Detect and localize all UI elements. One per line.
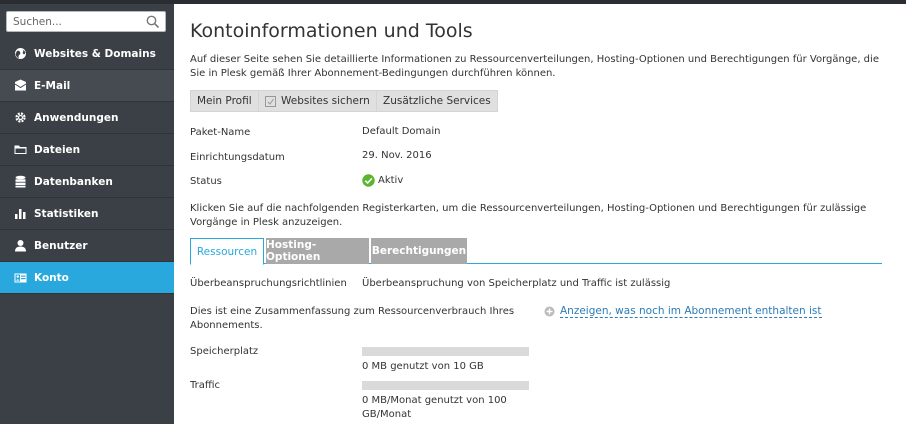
sidebar-item-label: Datenbanken <box>34 175 113 188</box>
gear-icon <box>15 112 26 123</box>
my-profile-label: Mein Profil <box>197 95 252 107</box>
overuse-policy-label: Überbeanspruchungsrichtlinien <box>190 278 347 289</box>
sidebar-item-label: Dateien <box>34 143 81 156</box>
sidebar-item-files[interactable]: Dateien <box>0 134 174 166</box>
tabs-instruction: Klicken Sie auf die nachfolgenden Regist… <box>190 203 867 228</box>
sidebar-item-websites-domains[interactable]: Websites & Domains <box>0 38 174 70</box>
user-icon <box>15 240 26 252</box>
search-input[interactable] <box>7 12 137 31</box>
sidebar-item-account[interactable]: Konto <box>0 262 174 294</box>
backup-icon <box>265 95 276 107</box>
tab-label: Hosting-Optionen <box>266 239 321 263</box>
plan-name-label: Paket-Name <box>190 127 251 138</box>
traffic-label: Traffic <box>190 380 221 391</box>
disk-space-label: Speicherplatz <box>190 346 259 357</box>
page-title: Kontoinformationen und Tools <box>190 20 473 42</box>
traffic-usage-bar <box>362 381 529 390</box>
main-content: Kontoinformationen und Tools Auf dieser … <box>174 4 906 424</box>
database-icon <box>15 175 26 188</box>
overuse-policy-value: Überbeanspruchung von Speicherplatz und … <box>362 278 671 289</box>
sidebar-item-label: Statistiken <box>34 207 99 220</box>
tab-label: Ressourcen <box>196 245 258 258</box>
search-box <box>6 11 166 32</box>
additional-services-label: Zusätzliche Services <box>383 95 491 107</box>
search-icon[interactable] <box>146 15 160 29</box>
sidebar-item-users[interactable]: Benutzer <box>0 230 174 262</box>
plan-name-value: Default Domain <box>362 126 441 137</box>
expand-icon <box>544 306 555 317</box>
status-value: Aktiv <box>378 175 404 186</box>
tab-bar: Ressourcen Hosting-Optionen Berechtigung… <box>190 238 882 265</box>
my-profile-button[interactable]: Mein Profil <box>190 90 259 112</box>
setup-date-label: Einrichtungsdatum <box>190 152 285 163</box>
account-icon <box>14 273 27 283</box>
tab-resources[interactable]: Ressourcen <box>190 238 264 265</box>
sidebar-item-label: Konto <box>34 271 69 284</box>
sidebar-item-label: Websites & Domains <box>34 47 156 60</box>
sidebar-item-statistics[interactable]: Statistiken <box>0 198 174 230</box>
status-badge: Aktiv <box>362 174 403 187</box>
status-label: Status <box>190 176 222 187</box>
disk-usage-bar <box>362 347 529 356</box>
backup-websites-button[interactable]: Websites sichern <box>258 90 377 112</box>
setup-date-value: 29. Nov. 2016 <box>362 150 432 161</box>
show-more-link-wrap: Anzeigen, was noch im Abonnement enthalt… <box>544 305 822 318</box>
tab-label: Berechtigungen <box>371 245 467 257</box>
sidebar-item-databases[interactable]: Datenbanken <box>0 166 174 198</box>
additional-services-button[interactable]: Zusätzliche Services <box>376 90 498 112</box>
resource-summary: Dies ist eine Zusammenfassung zum Ressou… <box>190 306 515 331</box>
folder-icon <box>14 145 27 154</box>
page-intro: Auf dieser Seite sehen Sie detaillierte … <box>190 54 879 79</box>
tab-hosting-options[interactable]: Hosting-Optionen <box>266 238 369 264</box>
globe-icon <box>15 48 26 59</box>
sidebar-item-label: E-Mail <box>34 79 71 92</box>
sidebar-item-label: Benutzer <box>34 239 88 252</box>
show-subscription-contents-link[interactable]: Anzeigen, was noch im Abonnement enthalt… <box>560 305 822 318</box>
sidebar: Websites & Domains E-Mail Anwendungen Da… <box>0 4 174 424</box>
backup-websites-label: Websites sichern <box>281 95 370 107</box>
sidebar-nav: Websites & Domains E-Mail Anwendungen Da… <box>0 38 174 294</box>
traffic-usage-text: 0 MB/Monat genutzt von 100 GB/Monat <box>362 395 507 420</box>
tab-permissions[interactable]: Berechtigungen <box>371 238 467 264</box>
disk-usage-text: 0 MB genutzt von 10 GB <box>362 361 484 372</box>
check-icon <box>362 174 375 187</box>
sidebar-item-email[interactable]: E-Mail <box>0 70 174 102</box>
envelope-icon <box>14 79 27 91</box>
sidebar-item-label: Anwendungen <box>34 111 119 124</box>
bar-chart-icon <box>15 209 26 219</box>
sidebar-item-applications[interactable]: Anwendungen <box>0 102 174 134</box>
